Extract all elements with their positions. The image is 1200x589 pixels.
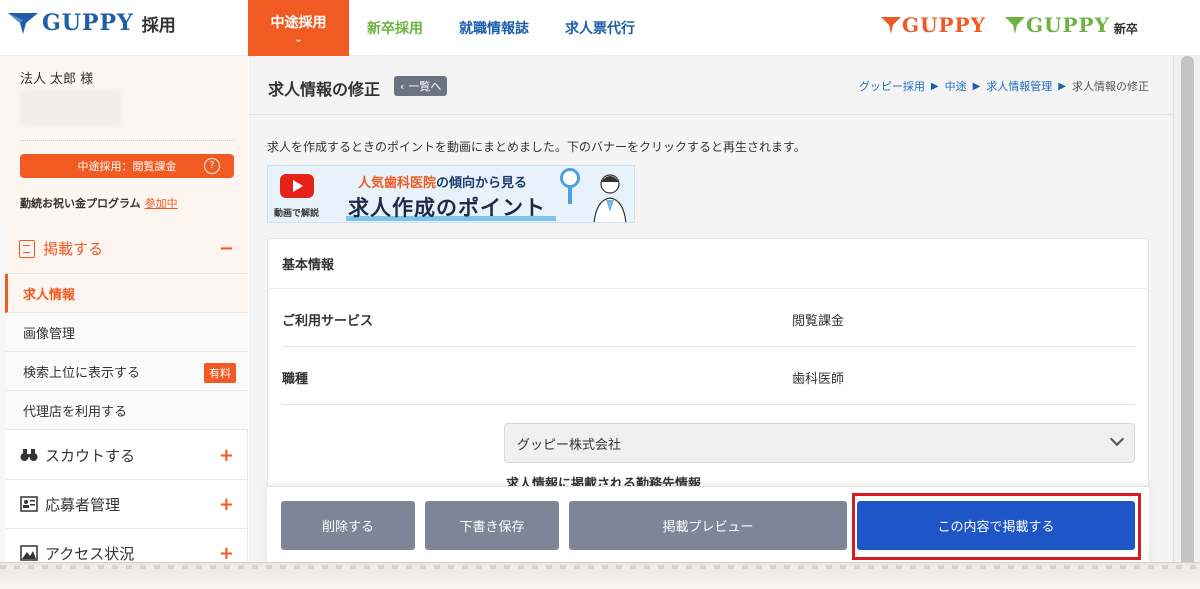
save-draft-button[interactable]: 下書き保存 — [425, 501, 559, 550]
breadcrumb-link[interactable]: 求人情報管理 — [986, 78, 1052, 94]
sidebar-menu-applicants-label: 応募者管理 — [45, 495, 121, 514]
applicant-card-icon — [19, 496, 39, 512]
field-label: 職種 — [282, 372, 309, 387]
guppy-brand-link[interactable]: GUPPY — [880, 13, 986, 37]
page-title: 求人情報の修正 — [268, 80, 381, 99]
sidebar-item-job-info[interactable]: 求人情報 — [5, 274, 248, 313]
publish-button[interactable]: この内容で掲載する — [857, 501, 1135, 550]
nav-mid-career[interactable]: 中途採用 ⌄ — [248, 0, 349, 56]
person-illustration — [593, 174, 627, 222]
title-bar: 求人情報の修正 ‹ 一覧へ グッピー採用 ▶ 中途 ▶ 求人情報管理 ▶ 求人情… — [249, 56, 1173, 115]
screenshot-edge — [0, 562, 1200, 589]
user-name: 法人 太郎 様 — [20, 72, 94, 87]
main-content: 求人情報の修正 ‹ 一覧へ グッピー採用 ▶ 中途 ▶ 求人情報管理 ▶ 求人情… — [249, 56, 1173, 589]
banner-line1-rest: の傾向から見る — [436, 176, 528, 191]
top-header: GUPPY 採用 中途採用 ⌄ 新卒採用 就職情報誌 求人票代行 GUPPY G… — [0, 0, 1200, 56]
magnifier-handle — [568, 188, 572, 204]
guppy-green-fish-icon — [1005, 17, 1025, 34]
document-icon — [19, 239, 35, 258]
brand-guppy-new-grad-text: GUPPY — [1026, 13, 1110, 37]
brand-guppy-text: GUPPY — [902, 13, 986, 37]
main-nav: 中途採用 ⌄ 新卒採用 就職情報誌 求人票代行 — [248, 0, 653, 56]
program-label: 勤続お祝い金プログラム — [20, 197, 141, 210]
account-panel: 法人 太郎 様 中途採用：閲覧課金 ? 勤続お祝い金プログラム 参加中 — [0, 56, 248, 224]
sidebar-item-agency[interactable]: 代理店を利用する — [5, 391, 248, 430]
sidebar-item-search-top-label: 検索上位に表示する — [23, 365, 141, 381]
delete-button[interactable]: 削除する — [281, 501, 415, 550]
sidebar-menu-scout[interactable]: スカウトする + — [5, 431, 248, 480]
chevron-left-icon: ‹ — [400, 79, 405, 93]
field-value: 歯科医師 — [792, 372, 845, 387]
banner-caption: 動画で解説 — [274, 209, 320, 219]
expand-icon[interactable]: + — [219, 543, 234, 564]
expand-icon[interactable]: + — [219, 494, 234, 515]
company-select[interactable]: グッピー株式会社 — [504, 423, 1135, 463]
nav-magazine[interactable]: 就職情報誌 — [441, 0, 547, 56]
nav-mid-career-label: 中途採用 — [270, 14, 327, 31]
logo-text: GUPPY — [42, 10, 134, 36]
back-to-list-label: 一覧へ — [408, 80, 442, 93]
intro-text: 求人を作成するときのポイントを動画にまとめました。下のバナーをクリックすると再生… — [267, 140, 806, 154]
field-value: 閲覧課金 — [792, 314, 845, 329]
breadcrumb: グッピー採用 ▶ 中途 ▶ 求人情報管理 ▶ 求人情報の修正 — [859, 78, 1149, 94]
sidebar-item-search-top[interactable]: 検索上位に表示する 有料 — [5, 352, 248, 391]
form-row-service: ご利用サービス 閲覧課金 — [282, 289, 1135, 347]
section-title: 基本情報 — [268, 239, 1148, 289]
banner-line2: 求人作成のポイント — [348, 196, 546, 220]
redacted-area — [20, 90, 122, 126]
breadcrumb-link[interactable]: 中途 — [945, 78, 967, 94]
chevron-right-icon: ▶ — [972, 80, 981, 92]
scrollbar[interactable] — [1173, 56, 1200, 589]
sidebar-menu-scout-label: スカウトする — [45, 446, 136, 465]
bonus-program: 勤続お祝い金プログラム 参加中 — [20, 195, 178, 211]
sidebar-menu-access-label: アクセス状況 — [45, 544, 135, 563]
chevron-down-icon — [1109, 431, 1125, 447]
preview-button[interactable]: 掲載プレビュー — [569, 501, 847, 550]
chevron-right-icon: ▶ — [1058, 80, 1066, 92]
guppy-orange-fish-icon — [881, 17, 901, 34]
breadcrumb-link[interactable]: グッピー採用 — [859, 78, 925, 94]
video-banner[interactable]: 動画で解説 人気歯科医院の傾向から見る 求人作成のポイント — [267, 165, 635, 223]
sidebar-menu-applicants[interactable]: 応募者管理 + — [5, 480, 248, 529]
youtube-play-icon — [280, 174, 314, 198]
field-label: ご利用サービス — [282, 314, 374, 329]
logo-sub: 採用 — [141, 15, 176, 36]
guppy-new-grad-brand-link[interactable]: GUPPY 新卒 — [1004, 13, 1138, 37]
sidebar-menu-post[interactable]: 掲載する − — [5, 224, 248, 274]
banner-line1: 人気歯科医院の傾向から見る — [358, 172, 527, 191]
sidebar: 法人 太郎 様 中途採用：閲覧課金 ? 勤続お祝い金プログラム 参加中 掲載する … — [0, 56, 248, 589]
program-status-link[interactable]: 参加中 — [145, 197, 178, 210]
guppy-fish-icon — [8, 13, 38, 34]
chevron-right-icon: ▶ — [930, 80, 939, 92]
plan-label: 中途採用：閲覧課金 — [77, 160, 177, 173]
help-icon[interactable]: ? — [204, 158, 220, 174]
divider — [20, 140, 234, 141]
sidebar-menu-post-label: 掲載する — [43, 240, 104, 258]
paid-badge: 有料 — [204, 363, 236, 383]
nav-job-proxy[interactable]: 求人票代行 — [547, 0, 653, 56]
back-to-list-button[interactable]: ‹ 一覧へ — [394, 76, 448, 96]
sidebar-item-image-management[interactable]: 画像管理 — [5, 313, 248, 352]
chart-image-icon — [19, 545, 39, 561]
nav-new-grad[interactable]: 新卒採用 — [349, 0, 441, 56]
expand-icon[interactable]: + — [219, 445, 234, 466]
breadcrumb-current: 求人情報の修正 — [1072, 80, 1149, 93]
form-row-job-type: 職種 歯科医師 — [282, 347, 1135, 405]
chevron-down-icon: ⌄ — [294, 33, 303, 45]
company-select-value: グッピー株式会社 — [517, 437, 622, 453]
plan-badge: 中途採用：閲覧課金 ? — [20, 154, 234, 178]
magnifier-icon — [560, 168, 580, 188]
guppy-logo[interactable]: GUPPY 採用 — [6, 9, 176, 37]
brand-new-grad-sub: 新卒 — [1113, 21, 1138, 36]
action-bar: 削除する 下書き保存 掲載プレビュー この内容で掲載する — [267, 486, 1149, 565]
binoculars-icon — [19, 447, 39, 463]
scrollbar-thumb[interactable] — [1181, 56, 1194, 576]
collapse-icon[interactable]: − — [219, 238, 234, 259]
banner-highlight: 人気歯科医院 — [358, 176, 437, 191]
